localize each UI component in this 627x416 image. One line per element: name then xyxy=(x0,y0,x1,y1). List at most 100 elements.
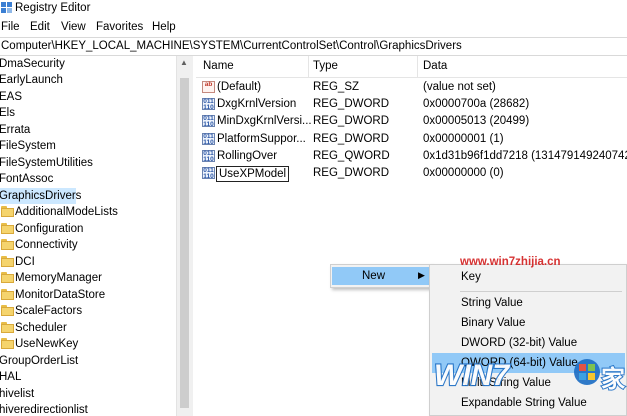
context-menu-new[interactable]: New ▶ xyxy=(332,267,430,285)
value-row-default[interactable]: ab (Default) REG_SZ (value not set) xyxy=(196,79,627,96)
binary-value-icon: 011 110 xyxy=(202,167,215,180)
value-row-platformsupport[interactable]: 011 110 PlatformSuppor... REG_DWORD 0x000… xyxy=(196,131,627,148)
svg-text:家: 家 xyxy=(601,365,625,393)
menu-help[interactable]: Help xyxy=(152,21,176,33)
tree-item-monitordatastore[interactable]: MonitorDataStore xyxy=(1,287,171,303)
value-name: MinDxgKrnlVersi... xyxy=(217,115,312,127)
value-data: 0x0000700a (28682) xyxy=(423,98,530,110)
submenu-key[interactable]: Key xyxy=(432,267,625,287)
address-bar[interactable]: Computer\HKEY_LOCAL_MACHINE\SYSTEM\Curre… xyxy=(0,37,627,56)
registry-editor-icon xyxy=(1,2,12,13)
tree-item-label: EAS xyxy=(0,91,23,103)
binary-value-icon: 011 110 xyxy=(202,98,215,111)
value-type: REG_QWORD xyxy=(313,150,390,162)
address-path[interactable]: Computer\HKEY_LOCAL_MACHINE\SYSTEM\Curre… xyxy=(1,40,462,52)
tree-item-label: MonitorDataStore xyxy=(15,289,106,301)
submenu-item-label: DWORD (32-bit) Value xyxy=(461,337,578,349)
tree-item-label: Els xyxy=(0,107,15,119)
new-submenu: Key String Value Binary Value DWORD (32-… xyxy=(429,264,627,416)
submenu-dword-value[interactable]: DWORD (32-bit) Value xyxy=(432,333,625,353)
folder-icon xyxy=(1,256,14,267)
folder-icon xyxy=(1,223,14,234)
value-row-dxgkrnlversion[interactable]: 011 110 DxgKrnlVersion REG_DWORD 0x000070… xyxy=(196,96,627,113)
context-menu: New ▶ xyxy=(330,264,432,288)
menu-favorites[interactable]: Favorites xyxy=(96,21,143,33)
binary-value-icon: 011 110 xyxy=(202,115,215,128)
tree-item-label: Configuration xyxy=(15,223,84,235)
tree-item-dci[interactable]: DCI xyxy=(1,254,171,270)
value-data: 0x00000001 (1) xyxy=(423,133,504,145)
folder-icon xyxy=(1,289,14,300)
tree-item-label: HAL xyxy=(0,371,22,383)
value-type: REG_DWORD xyxy=(313,167,390,179)
folder-icon xyxy=(1,338,14,349)
submenu-binary-value[interactable]: Binary Value xyxy=(432,313,625,333)
tree-item-label: DCI xyxy=(15,256,35,268)
value-type: REG_DWORD xyxy=(313,115,390,127)
binary-value-icon: 011 110 xyxy=(202,133,215,146)
scroll-thumb[interactable] xyxy=(180,78,189,408)
submenu-item-label: String Value xyxy=(461,297,523,309)
tree-item-label: AdditionalModeLists xyxy=(15,206,118,218)
folder-icon xyxy=(1,322,14,333)
submenu-item-label: Binary Value xyxy=(461,317,526,329)
value-name: RollingOver xyxy=(217,150,278,162)
value-data: 0x1d31b96f1dd7218 (131479149240742424) xyxy=(423,150,627,162)
tree-item-label: ScaleFactors xyxy=(15,305,83,317)
menu-view[interactable]: View xyxy=(61,21,86,33)
menu-file[interactable]: File xyxy=(1,21,20,33)
column-type[interactable]: Type xyxy=(313,60,338,72)
submenu-item-label: Key xyxy=(461,271,481,283)
title-bar: Registry Editor xyxy=(0,0,627,18)
context-menu-new-label: New xyxy=(362,270,386,282)
window-title: Registry Editor xyxy=(15,2,91,14)
column-name[interactable]: Name xyxy=(203,60,234,72)
tree-item-label: EarlyLaunch xyxy=(0,74,63,86)
tree-item-additionalmodelists[interactable]: AdditionalModeLists xyxy=(1,204,171,220)
folder-icon xyxy=(1,305,14,316)
tree-item-label: GroupOrderList xyxy=(0,355,79,367)
column-divider[interactable] xyxy=(308,56,309,78)
string-value-icon: ab xyxy=(202,81,215,93)
value-name-edit-field[interactable]: UseXPModel xyxy=(216,166,290,182)
tree-item-graphicsdrivers[interactable]: GraphicsDrivers xyxy=(0,188,81,204)
key-tree[interactable]: DmaSecurity EarlyLaunch EAS Els Errata F… xyxy=(0,56,176,416)
value-row-mindxgkrnlversion[interactable]: 011 110 MinDxgKrnlVersi... REG_DWORD 0x00… xyxy=(196,113,627,130)
column-divider[interactable] xyxy=(417,56,418,78)
tree-item-configuration[interactable]: Configuration xyxy=(1,221,171,237)
folder-icon xyxy=(1,206,14,217)
tree-item-connectivity[interactable]: Connectivity xyxy=(1,237,171,253)
submenu-string-value[interactable]: String Value xyxy=(432,293,625,313)
value-row-usexpmodel[interactable]: 011 110 UseXPModel REG_DWORD 0x00000000 (… xyxy=(196,165,627,182)
binary-value-icon: 011 110 xyxy=(202,150,215,163)
tree-item-label: Errata xyxy=(0,124,31,136)
value-name: PlatformSuppor... xyxy=(217,133,306,145)
tree-item-label: DmaSecurity xyxy=(0,58,65,70)
value-data: (value not set) xyxy=(423,81,496,93)
tree-item-label: Scheduler xyxy=(15,322,67,334)
submenu-item-label: Expandable String Value xyxy=(461,397,587,409)
menu-bar: File Edit View Favorites Help xyxy=(0,19,627,37)
value-data: 0x00005013 (20499) xyxy=(423,115,530,127)
tree-item-label: hiveredirectionlist xyxy=(0,404,88,416)
tree-item-label: hivelist xyxy=(0,388,35,400)
value-type: REG_DWORD xyxy=(313,133,390,145)
tree-item-label: Connectivity xyxy=(15,239,78,251)
submenu-expandable-string-value[interactable]: Expandable String Value xyxy=(432,393,625,413)
tree-item-usenewkey[interactable]: UseNewKey xyxy=(1,336,171,352)
folder-icon xyxy=(1,239,14,250)
tree-item-scheduler[interactable]: Scheduler xyxy=(1,320,171,336)
scroll-up-arrow-icon[interactable]: ▲ xyxy=(180,58,188,67)
value-name: (Default) xyxy=(217,81,262,93)
tree-scrollbar[interactable]: ▲ xyxy=(176,56,193,416)
folder-icon xyxy=(1,272,14,283)
tree-item-memorymanager[interactable]: MemoryManager xyxy=(1,270,171,286)
win7-watermark-logo: WIN7 家 xyxy=(433,358,626,393)
tree-item-label: FontAssoc xyxy=(0,173,54,185)
value-row-rollingover[interactable]: 011 110 RollingOver REG_QWORD 0x1d31b96f1… xyxy=(196,148,627,165)
tree-item-scalefactors[interactable]: ScaleFactors xyxy=(1,303,171,319)
watermark-url: www.win7zhijia.cn xyxy=(460,256,561,268)
value-type: REG_DWORD xyxy=(313,98,390,110)
column-data[interactable]: Data xyxy=(423,60,447,72)
menu-edit[interactable]: Edit xyxy=(30,21,50,33)
